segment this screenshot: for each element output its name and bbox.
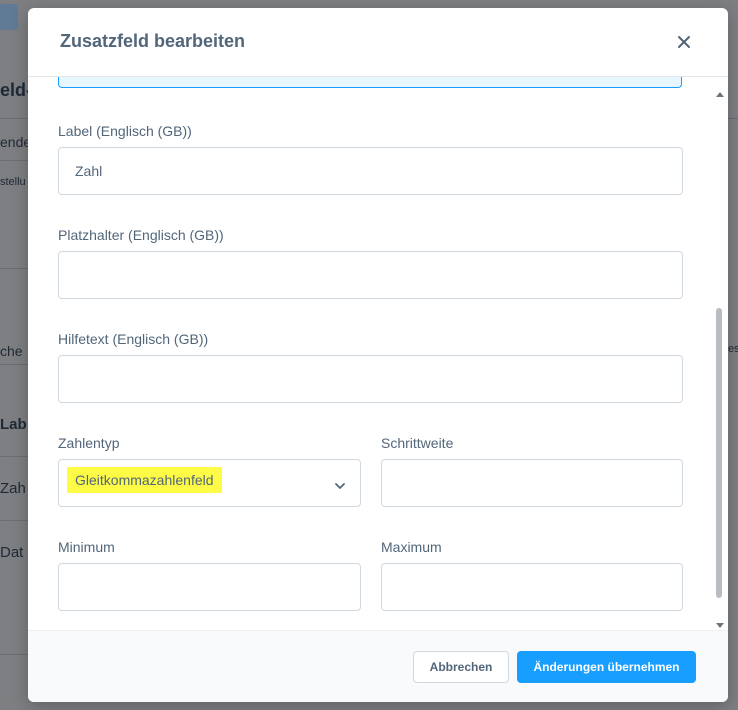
background-divider	[0, 160, 28, 161]
save-changes-button[interactable]: Änderungen übernehmen	[517, 651, 696, 683]
dialog-header: Zusatzfeld bearbeiten	[28, 8, 728, 77]
scrollbar-thumb[interactable]	[716, 308, 722, 598]
background-search-fragment: che	[0, 343, 23, 359]
background-divider	[0, 364, 28, 365]
number-type-label: Zahlentyp	[58, 435, 120, 451]
step-label: Schrittweite	[381, 435, 454, 451]
background-divider	[0, 456, 28, 457]
background-row-fragment: Zah	[0, 480, 26, 497]
background-divider	[0, 268, 28, 269]
previous-input-field[interactable]	[58, 77, 682, 88]
cancel-button[interactable]: Abbrechen	[413, 651, 509, 683]
background-column-fragment: Lab	[0, 416, 27, 433]
maximum-label: Maximum	[381, 539, 442, 555]
background-button	[0, 4, 18, 30]
label-en-input[interactable]: Zahl	[58, 147, 683, 195]
dialog-scrollbar[interactable]	[713, 80, 725, 632]
number-type-selected-value: Gleitkommazahlenfeld	[67, 467, 222, 493]
placeholder-en-input[interactable]	[58, 251, 683, 299]
close-icon[interactable]	[674, 32, 694, 52]
background-divider	[0, 654, 28, 655]
helptext-en-label: Hilfetext (Englisch (GB))	[58, 331, 209, 347]
background-divider	[0, 520, 28, 521]
background-row-fragment: Dat	[0, 544, 24, 561]
dialog-title: Zusatzfeld bearbeiten	[60, 31, 246, 51]
background-divider	[728, 118, 738, 119]
minimum-label: Minimum	[58, 539, 115, 555]
background-tab-fragment: ende	[0, 134, 32, 150]
label-en-label: Label (Englisch (GB))	[58, 123, 192, 139]
number-type-select[interactable]: Gleitkommazahlenfeld	[58, 459, 361, 507]
placeholder-en-label: Platzhalter (Englisch (GB))	[58, 227, 224, 243]
edit-field-dialog: Zusatzfeld bearbeiten Label (Englisch (G…	[28, 8, 728, 702]
helptext-en-input[interactable]	[58, 355, 683, 403]
dialog-body[interactable]: Label (Englisch (GB)) Zahl Platzhalter (…	[28, 77, 728, 630]
background-right-fragment: es	[728, 343, 738, 355]
scroll-up-arrow-icon[interactable]	[716, 84, 724, 102]
background-divider	[0, 118, 28, 119]
background-settings-fragment: stellu	[0, 176, 26, 188]
chevron-down-icon	[334, 478, 346, 489]
step-input[interactable]	[381, 459, 683, 507]
maximum-input[interactable]	[381, 563, 683, 611]
dialog-footer: Abbrechen Änderungen übernehmen	[28, 630, 728, 702]
minimum-input[interactable]	[58, 563, 361, 611]
